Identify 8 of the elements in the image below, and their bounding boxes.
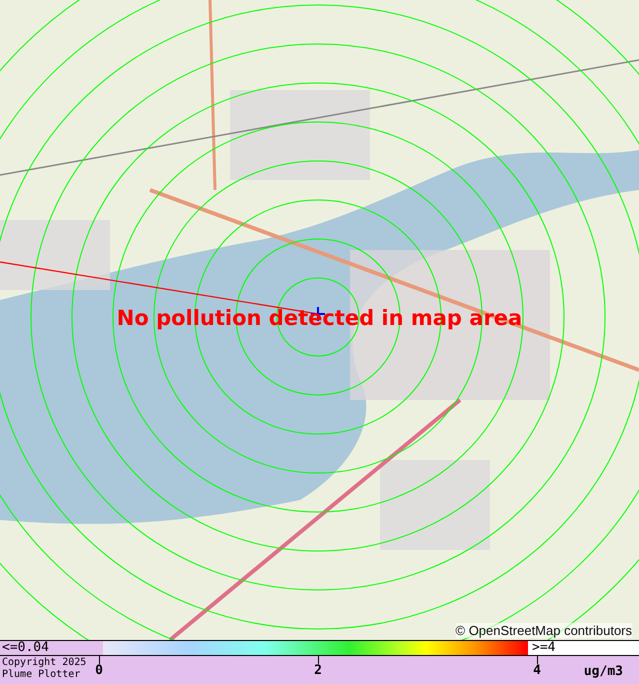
scale-tick-label: 0: [94, 663, 104, 678]
copyright-text: Plume Plotter: [2, 669, 80, 681]
unit-label: ug/m3: [584, 664, 623, 679]
scale-tick-label: 4: [532, 663, 542, 678]
scale-tick-label: 2: [313, 663, 323, 678]
map-attribution: © OpenStreetMap contributors: [456, 623, 632, 638]
copyright-text: Copyright 2025: [2, 657, 86, 669]
low-limit-label: <=0.04: [0, 641, 103, 655]
